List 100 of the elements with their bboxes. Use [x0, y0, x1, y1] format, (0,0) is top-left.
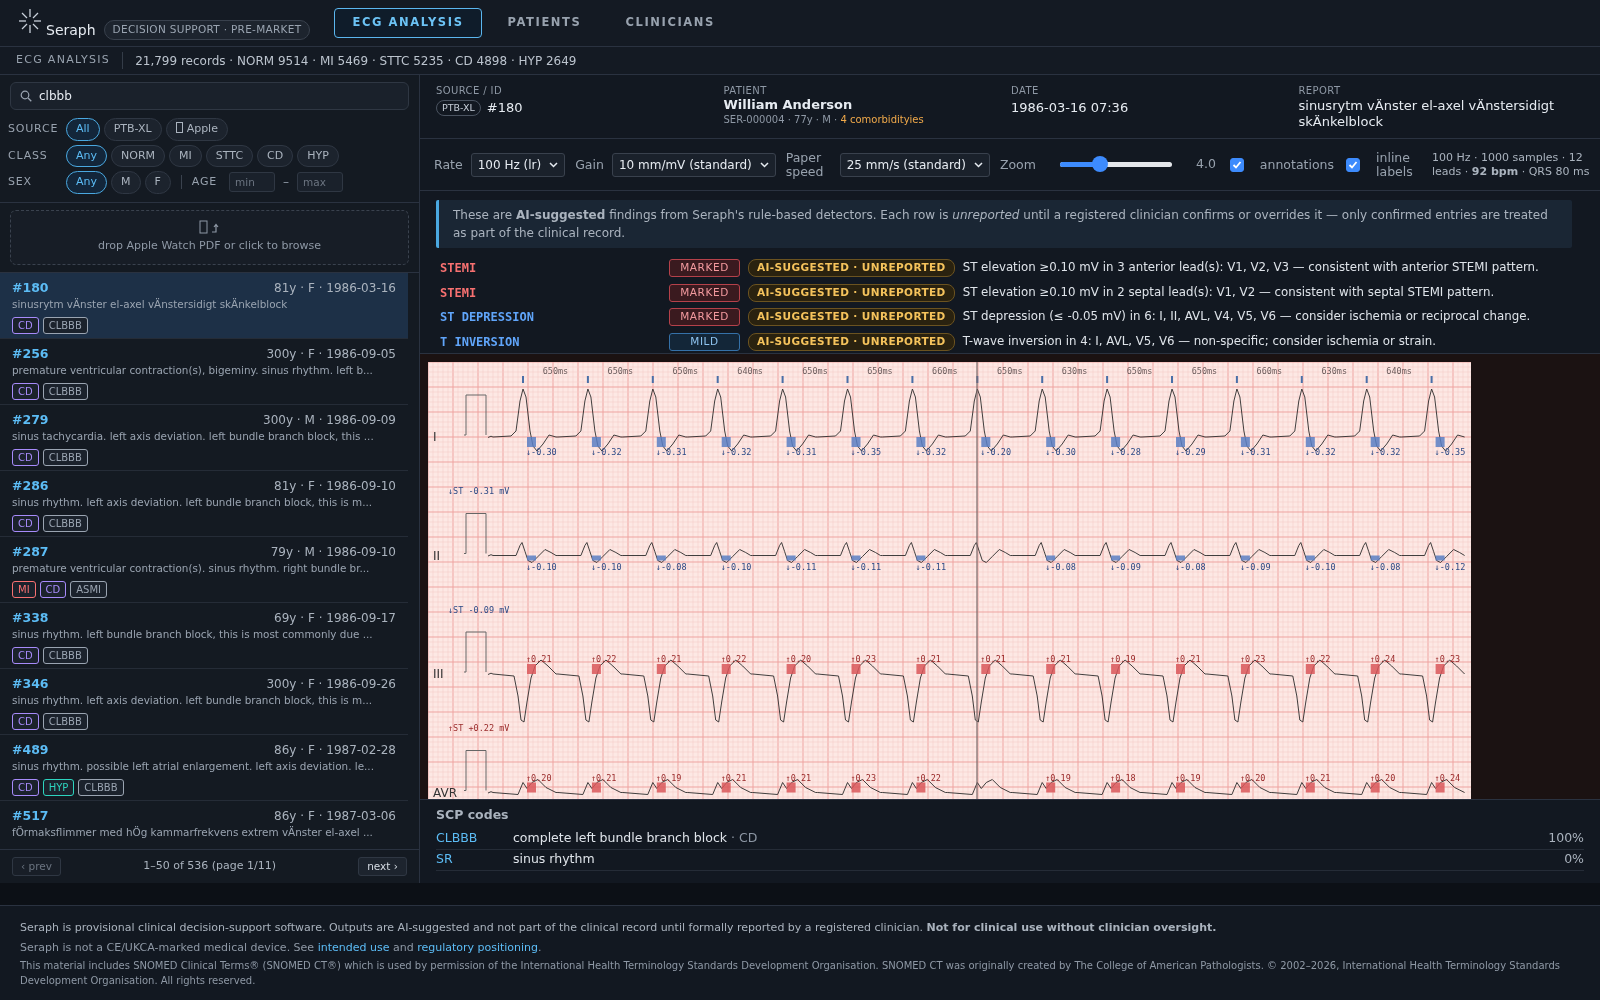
st-marker — [851, 664, 861, 674]
class-tag: CD — [12, 448, 39, 466]
record-item[interactable]: #180 81y · F · 1986-03-16 sinusrytm vÄnster el-axel vÄnstersidigt skÄnkelblock CD CLBBB — [0, 272, 408, 339]
class-tag: CD — [12, 316, 39, 334]
filter-chip[interactable]: HYP — [297, 144, 339, 167]
filter-label: AGE — [191, 175, 218, 190]
select-field[interactable]: 25 mm/s (standard) — [839, 152, 990, 177]
footer-link[interactable]: intended use — [317, 940, 390, 954]
filter-chip[interactable]: Any — [66, 144, 107, 167]
record-summary: sinus rhythm. left axis deviation. left bundle branch block, this is m... — [12, 495, 374, 511]
scp-code[interactable]: CLBBB — [436, 829, 513, 849]
record-item[interactable]: #286 81y · F · 1986-09-10 sinus rhythm. left axis deviation. left bundle branch block, this is m... CD CLBBB — [0, 470, 408, 537]
select-field[interactable]: 100 Hz (lr) — [470, 152, 566, 177]
nav-tab[interactable]: CLINICIANS — [607, 8, 733, 38]
beat-tick — [1300, 376, 1303, 383]
next-button[interactable]: next › — [358, 856, 407, 877]
interval-label: 650ms — [542, 366, 569, 376]
record-item[interactable]: #346 300y · F · 1986-09-26 sinus rhythm. left axis deviation. left bundle branch block, this is m... CD CLBBB — [0, 668, 408, 735]
finding-text: ST elevation ≥0.10 mV in 2 septal lead(s): V1, V2 — consistent with septal STEMI pattern. — [962, 283, 1495, 301]
st-marker — [591, 782, 601, 793]
interval-label: 650ms — [1191, 366, 1218, 376]
interval-label: 640ms — [1386, 366, 1412, 376]
search-field[interactable]: clbbb — [10, 82, 409, 110]
record-meta: 300y · M · 1986-09-09 — [263, 411, 396, 429]
st-marker — [721, 555, 731, 561]
filter-chip[interactable]: Apple — [165, 118, 228, 141]
st-marker — [591, 437, 601, 447]
filter-chip[interactable]: M — [111, 171, 141, 194]
lead-label: AVR — [433, 785, 457, 799]
record-item[interactable]: #256 300y · F · 1986-09-05 premature ventricular contraction(s), bigeminy. sinus rhythm. left b... CD CLBBB — [0, 338, 408, 405]
code-description: sinus rhythm — [513, 850, 595, 869]
status-badge: AI-SUGGESTED · UNREPORTED — [748, 332, 955, 351]
st-marker — [591, 555, 601, 561]
st-value: ↑0.20 — [1239, 772, 1266, 783]
st-value: ↑0.21 — [1304, 772, 1331, 783]
page-range: 1–50 of 536 (page 1/11) — [143, 858, 276, 875]
st-marker — [1435, 555, 1445, 561]
st-marker — [1370, 555, 1380, 561]
filter-chip[interactable]: All — [66, 118, 100, 141]
patient-details: SER-000004 · 77y · M · 4 comorbidityies — [723, 113, 925, 128]
license-text: This material includes SNOMED Clinical Terms® (SNOMED CT®) which is used by permission of the International Health Terminology Standards Development Organisation. SNOMED CT was originally created by The College of American Pathologists. © 2002–2026, International Health Terminology Standards Development Organisation. All rights reserved. — [20, 959, 1562, 988]
st-value: ↑0.23 — [1239, 654, 1266, 664]
st-value: ↑0.22 — [590, 654, 617, 664]
st-value: ↑0.21 — [590, 772, 617, 783]
record-stats: 21,799 records · NORM 9514 · MI 5469 · STTC 5235 · CD 4898 · HYP 2649 — [135, 52, 577, 70]
field-label: SOURCE / ID — [436, 84, 504, 98]
st-marker — [786, 555, 796, 561]
record-item[interactable]: #279 300y · M · 1986-09-09 sinus tachycardia. left axis deviation. left bundle branch block, this ... CD CLBBB — [0, 404, 408, 471]
beat-tick — [1430, 376, 1433, 383]
st-marker — [851, 555, 861, 561]
filter-chip[interactable]: NORM — [111, 144, 166, 167]
record-item[interactable]: #287 79y · M · 1986-09-10 premature ventricular contraction(s). sinus rhythm. right bundle br... MI CD ASMI — [0, 536, 408, 603]
filter-chip[interactable]: STTC — [205, 144, 254, 167]
nav-tab[interactable]: ECG ANALYSIS — [334, 8, 482, 38]
st-value: ↓-0.09 — [1239, 561, 1271, 572]
footer-link[interactable]: regulatory positioning — [417, 940, 539, 954]
st-marker — [1370, 437, 1380, 447]
st-value: ↓-0.32 — [1304, 447, 1336, 457]
filter-chip[interactable]: CD — [257, 144, 294, 167]
st-marker — [721, 664, 731, 674]
record-item[interactable]: #338 69y · F · 1986-09-17 sinus rhythm. left bundle branch block, this is most commonly due ... CD CLBBB — [0, 602, 408, 669]
filter-chip[interactable]: MI — [169, 144, 202, 167]
nav-tab[interactable]: PATIENTS — [489, 8, 600, 38]
record-item[interactable]: #489 86y · F · 1987-02-28 sinus rhythm. possible left atrial enlargement. left axis deviation. le... CD HYP CLBBB — [0, 734, 408, 801]
st-marker — [721, 782, 731, 793]
interval-label: 660ms — [932, 366, 958, 376]
age-min-field[interactable]: min — [229, 172, 276, 193]
st-value: ↑0.21 — [785, 772, 812, 783]
filter-chip[interactable]: F — [144, 171, 171, 194]
drop-zone[interactable]: drop Apple Watch PDF or click to browse — [10, 209, 409, 265]
st-marker — [851, 437, 861, 447]
age-max-field[interactable]: max — [297, 172, 344, 193]
select-field[interactable]: 10 mm/mV (standard) — [611, 152, 776, 177]
checkbox[interactable] — [1229, 157, 1244, 172]
st-value: ↑0.19 — [1175, 772, 1201, 783]
beat-tick — [522, 376, 524, 383]
st-value: ↓-0.08 — [1175, 561, 1206, 572]
severity-badge: MARKED — [669, 308, 740, 327]
record-meta: 79y · M · 1986-09-10 — [270, 543, 396, 561]
calibration-pulse — [463, 631, 487, 673]
slider-thumb[interactable] — [1092, 156, 1109, 172]
st-value: ↓-0.30 — [1045, 447, 1076, 457]
record-date: 1986-03-16 07:36 — [1011, 99, 1130, 117]
st-marker — [1176, 664, 1185, 674]
st-value: ↑0.23 — [1434, 654, 1461, 664]
calibration-pulse — [463, 394, 487, 436]
filter-chip[interactable]: PTB-XL — [103, 118, 162, 141]
st-value: ↑0.21 — [720, 772, 747, 783]
st-marker — [1046, 555, 1056, 561]
st-marker — [1305, 437, 1315, 447]
scp-code[interactable]: SR — [436, 850, 513, 870]
checkbox[interactable] — [1346, 157, 1360, 172]
starburst-icon — [18, 8, 42, 34]
confidence-value: 100% — [1548, 829, 1584, 848]
control-label: Paper speed — [785, 150, 825, 179]
st-value: ↑0.21 — [1175, 654, 1201, 664]
st-marker — [981, 664, 991, 674]
st-value: ↑0.19 — [1045, 772, 1071, 783]
filter-chip[interactable]: Any — [66, 171, 107, 194]
st-marker — [1305, 555, 1315, 561]
